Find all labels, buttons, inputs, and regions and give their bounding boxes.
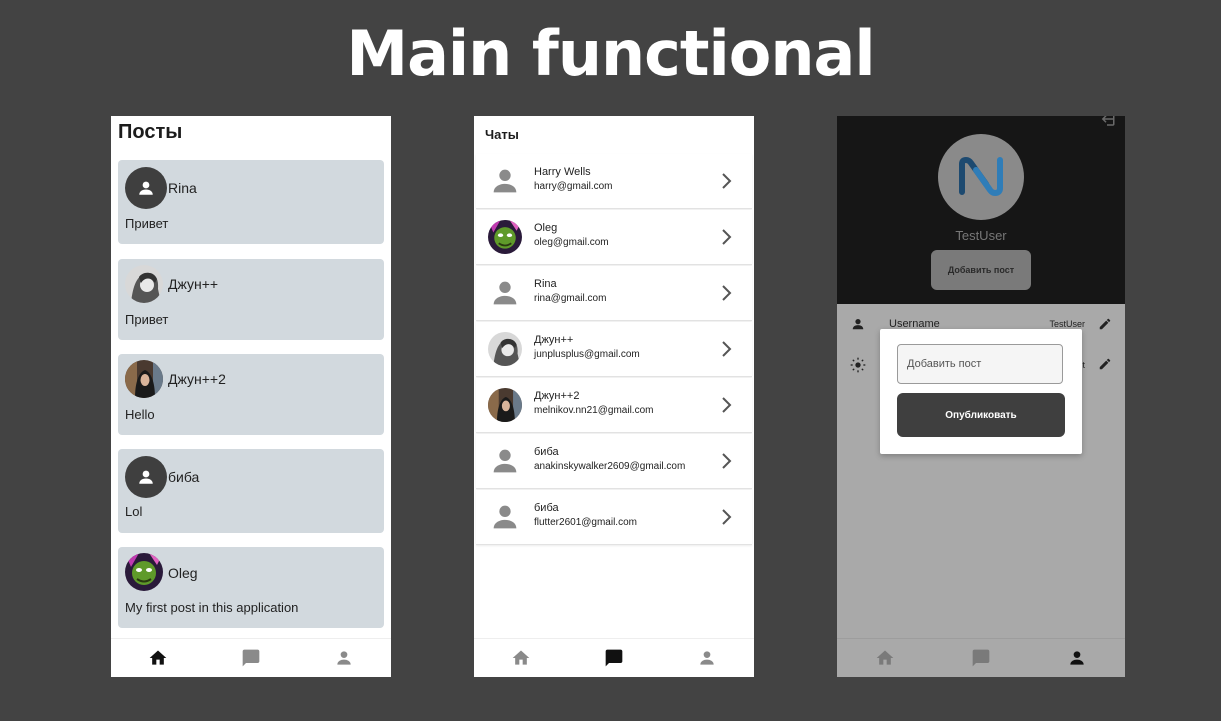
person-icon bbox=[852, 319, 864, 330]
post-input[interactable] bbox=[897, 344, 1063, 384]
setting-value: t bbox=[1082, 360, 1085, 370]
avatar bbox=[125, 265, 163, 303]
home-icon[interactable] bbox=[875, 648, 895, 668]
post-card[interactable]: биба Lol bbox=[118, 449, 384, 533]
chat-email: anakinskywalker2609@gmail.com bbox=[534, 461, 686, 472]
chat-list-item[interactable]: Oleg oleg@gmail.com bbox=[476, 210, 752, 265]
chevron-right-icon bbox=[722, 341, 732, 357]
chats-screen: Чаты Harry Wells harry@gmail.com Oleg ol… bbox=[474, 116, 754, 677]
edit-icon bbox=[1099, 358, 1111, 370]
logout-icon bbox=[1101, 116, 1115, 126]
home-icon[interactable] bbox=[511, 648, 531, 668]
person-icon[interactable] bbox=[334, 648, 354, 668]
chat-list-item[interactable]: биба flutter2601@gmail.com bbox=[476, 490, 752, 545]
chat-email: junplusplus@gmail.com bbox=[534, 349, 640, 360]
avatar bbox=[488, 220, 522, 254]
chat-name: Harry Wells bbox=[534, 166, 591, 178]
profile-header: TestUser Добавить пост bbox=[837, 116, 1125, 304]
chat-name: Джун++ bbox=[534, 334, 574, 346]
person-icon bbox=[139, 470, 153, 484]
chat-name: биба bbox=[534, 502, 559, 514]
bottom-nav bbox=[111, 638, 391, 677]
chat-list-item[interactable]: биба anakinskywalker2609@gmail.com bbox=[476, 434, 752, 489]
avatar bbox=[488, 164, 522, 198]
person-icon bbox=[139, 181, 153, 195]
person-icon[interactable] bbox=[697, 648, 717, 668]
chat-list-item[interactable]: Rina rina@gmail.com bbox=[476, 266, 752, 321]
post-author: Oleg bbox=[168, 565, 198, 581]
chevron-right-icon bbox=[722, 285, 732, 301]
banner-title: Main functional bbox=[346, 17, 875, 90]
avatar bbox=[125, 167, 167, 209]
app-logo bbox=[938, 134, 1024, 220]
post-text: My first post in this application bbox=[125, 600, 299, 615]
chat-icon[interactable] bbox=[604, 648, 624, 668]
post-author: биба bbox=[168, 469, 200, 485]
chevron-right-icon bbox=[722, 173, 732, 189]
publish-button[interactable]: Опубликовать bbox=[897, 393, 1065, 437]
chat-list-item[interactable]: Джун++2 melnikov.nn21@gmail.com bbox=[476, 378, 752, 433]
post-card[interactable]: Oleg My first post in this application bbox=[118, 547, 384, 628]
chat-email: rina@gmail.com bbox=[534, 293, 607, 304]
avatar bbox=[488, 500, 522, 534]
page-title: Посты bbox=[118, 121, 183, 143]
chevron-right-icon bbox=[722, 229, 732, 245]
post-text: Привет bbox=[125, 216, 169, 231]
avatar bbox=[488, 332, 522, 366]
chat-icon[interactable] bbox=[241, 648, 261, 668]
add-post-dialog: Опубликовать bbox=[880, 329, 1082, 454]
avatar bbox=[125, 456, 167, 498]
post-card[interactable]: Rina Привет bbox=[118, 160, 384, 244]
avatar bbox=[125, 553, 163, 591]
avatar bbox=[488, 388, 522, 422]
person-icon[interactable] bbox=[1067, 648, 1087, 668]
chat-list-item[interactable]: Harry Wells harry@gmail.com bbox=[476, 154, 752, 209]
chevron-right-icon bbox=[722, 453, 732, 469]
chat-name: Rina bbox=[534, 278, 557, 290]
person-icon bbox=[493, 505, 517, 529]
person-icon bbox=[493, 281, 517, 305]
bottom-nav bbox=[474, 638, 754, 677]
post-card[interactable]: Джун++ Привет bbox=[118, 259, 384, 340]
chat-email: flutter2601@gmail.com bbox=[534, 517, 637, 528]
post-text: Hello bbox=[125, 407, 155, 422]
chat-email: melnikov.nn21@gmail.com bbox=[534, 405, 654, 416]
page-title: Чаты bbox=[485, 127, 519, 142]
person-icon bbox=[493, 449, 517, 473]
avatar bbox=[125, 360, 163, 398]
post-card[interactable]: Джун++2 Hello bbox=[118, 354, 384, 435]
posts-screen: Посты Rina Привет Джун++ Привет Джун++2 … bbox=[111, 116, 391, 677]
chat-list-item[interactable]: Джун++ junplusplus@gmail.com bbox=[476, 322, 752, 377]
chevron-right-icon bbox=[722, 397, 732, 413]
post-text: Привет bbox=[125, 312, 169, 327]
chat-name: биба bbox=[534, 446, 559, 458]
chat-name: Джун++2 bbox=[534, 390, 580, 402]
bottom-nav bbox=[837, 638, 1125, 677]
chat-email: oleg@gmail.com bbox=[534, 237, 609, 248]
profile-screen: TestUser Добавить пост Username TestUser… bbox=[837, 116, 1125, 677]
chevron-right-icon bbox=[722, 509, 732, 525]
avatar bbox=[488, 276, 522, 310]
edit-icon bbox=[1099, 318, 1111, 330]
setting-value: TestUser bbox=[1049, 319, 1085, 329]
post-text: Lol bbox=[125, 504, 143, 519]
chat-icon[interactable] bbox=[971, 648, 991, 668]
post-author: Джун++ bbox=[168, 276, 219, 292]
avatar bbox=[488, 444, 522, 478]
chat-email: harry@gmail.com bbox=[534, 181, 613, 192]
home-icon[interactable] bbox=[148, 648, 168, 668]
add-post-button[interactable]: Добавить пост bbox=[931, 250, 1031, 290]
profile-username: TestUser bbox=[955, 228, 1007, 243]
sun-icon bbox=[850, 357, 866, 373]
post-author: Джун++2 bbox=[168, 371, 226, 387]
person-icon bbox=[493, 169, 517, 193]
post-author: Rina bbox=[168, 180, 197, 196]
chat-name: Oleg bbox=[534, 222, 558, 234]
